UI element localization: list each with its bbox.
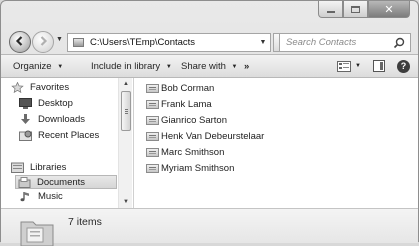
more-commands-button[interactable]: » xyxy=(244,61,249,72)
file-list: Bob Corman Frank Lama Gianrico Sarton He… xyxy=(134,78,418,208)
scrollbar-thumb[interactable] xyxy=(121,91,131,131)
sidebar-item-label: Desktop xyxy=(38,98,73,109)
back-arrow-icon xyxy=(14,35,26,50)
maximize-icon xyxy=(351,5,360,13)
list-item[interactable]: Frank Lama xyxy=(146,99,212,110)
sidebar-item-desktop[interactable]: Desktop xyxy=(19,98,73,109)
contact-card-icon xyxy=(146,100,159,109)
file-name: Myriam Smithson xyxy=(161,163,235,174)
search-box[interactable] xyxy=(279,33,411,52)
scroll-down-arrow-icon[interactable]: ▼ xyxy=(119,196,133,208)
share-with-label: Share with xyxy=(181,60,226,72)
favorites-label: Favorites xyxy=(30,82,70,93)
maximize-button[interactable] xyxy=(343,1,368,18)
documents-icon xyxy=(18,176,31,188)
contact-card-icon xyxy=(146,84,159,93)
view-options-dropdown[interactable]: ▼ xyxy=(355,63,361,69)
organize-menu[interactable]: Organize ▼ xyxy=(13,61,63,72)
minimize-icon xyxy=(326,10,335,13)
share-with-menu[interactable]: Share with ▼ xyxy=(181,61,237,72)
back-button[interactable] xyxy=(9,31,31,53)
library-icon xyxy=(11,162,24,173)
navigation-pane: Favorites Desktop Downloads Recent Place… xyxy=(1,78,134,208)
contact-card-icon xyxy=(146,132,159,141)
include-in-library-menu[interactable]: Include in library ▼ xyxy=(91,61,172,72)
chevron-down-icon: ▼ xyxy=(165,63,172,70)
list-item[interactable]: Gianrico Sarton xyxy=(146,115,227,126)
close-icon: ✕ xyxy=(384,3,394,16)
explorer-window: ✕ ▼ C:\Users\TEmp\Contacts ▼ → xyxy=(0,0,419,246)
file-name: Gianrico Sarton xyxy=(161,115,228,126)
close-button[interactable]: ✕ xyxy=(368,1,410,18)
list-item[interactable]: Marc Smithson xyxy=(146,147,224,158)
nav-libraries[interactable]: Libraries xyxy=(11,162,66,173)
file-name: Frank Lama xyxy=(161,99,212,110)
folder-icon xyxy=(73,38,84,47)
window-caption-buttons: ✕ xyxy=(318,1,410,18)
sidebar-item-label: Documents xyxy=(37,176,86,188)
search-input[interactable] xyxy=(280,37,390,48)
address-dropdown-button[interactable]: ▼ xyxy=(256,39,270,46)
navigation-bar: ▼ C:\Users\TEmp\Contacts ▼ → xyxy=(1,26,418,56)
search-icon[interactable] xyxy=(393,37,405,49)
libraries-label: Libraries xyxy=(30,162,67,173)
include-in-library-label: Include in library xyxy=(91,60,161,72)
toolbar-right-controls: ▼ ? xyxy=(337,55,418,77)
recent-places-icon xyxy=(19,130,32,141)
forward-arrow-icon xyxy=(37,35,49,50)
sidebar-item-recent-places[interactable]: Recent Places xyxy=(19,130,99,141)
navigation-pane-scrollbar[interactable]: ▲ ▼ xyxy=(118,78,132,208)
contact-card-icon xyxy=(146,148,159,157)
desktop-icon xyxy=(19,98,32,109)
change-view-icon[interactable] xyxy=(337,60,352,72)
file-name: Marc Smithson xyxy=(161,147,225,158)
item-count: 7 items xyxy=(68,216,102,228)
help-icon[interactable]: ? xyxy=(397,59,410,73)
recent-pages-dropdown[interactable]: ▼ xyxy=(56,36,63,43)
sidebar-item-label: Music xyxy=(38,191,63,202)
star-icon xyxy=(11,82,24,93)
address-path[interactable]: C:\Users\TEmp\Contacts xyxy=(90,37,256,48)
list-item[interactable]: Henk Van Debeurstelaar xyxy=(146,131,264,142)
contact-card-icon xyxy=(146,116,159,125)
downloads-icon xyxy=(21,114,30,124)
minimize-button[interactable] xyxy=(318,1,343,18)
sidebar-item-label: Downloads xyxy=(38,114,85,125)
contact-card-icon xyxy=(146,164,159,173)
forward-button[interactable] xyxy=(32,31,54,53)
preview-pane-icon[interactable] xyxy=(373,60,385,72)
nav-favorites[interactable]: Favorites xyxy=(11,82,69,93)
file-name: Henk Van Debeurstelaar xyxy=(161,131,265,142)
list-item[interactable]: Bob Corman xyxy=(146,83,214,94)
file-name: Bob Corman xyxy=(161,83,215,94)
details-pane: 7 items xyxy=(1,208,418,246)
grip-icon xyxy=(125,109,128,110)
address-bar[interactable]: C:\Users\TEmp\Contacts ▼ xyxy=(67,33,271,52)
chevron-down-icon: ▼ xyxy=(57,63,64,70)
organize-label: Organize xyxy=(13,60,52,72)
scroll-up-arrow-icon[interactable]: ▲ xyxy=(119,78,133,90)
sidebar-item-label: Recent Places xyxy=(38,130,100,141)
chevron-down-icon: ▼ xyxy=(231,63,238,70)
sidebar-item-downloads[interactable]: Downloads xyxy=(19,114,85,125)
sidebar-item-documents[interactable]: Documents xyxy=(15,175,117,189)
music-icon xyxy=(20,192,29,202)
list-item[interactable]: Myriam Smithson xyxy=(146,163,234,174)
sidebar-item-music[interactable]: Music xyxy=(19,191,63,202)
command-bar: Organize ▼ Include in library ▼ Share wi… xyxy=(1,54,418,78)
